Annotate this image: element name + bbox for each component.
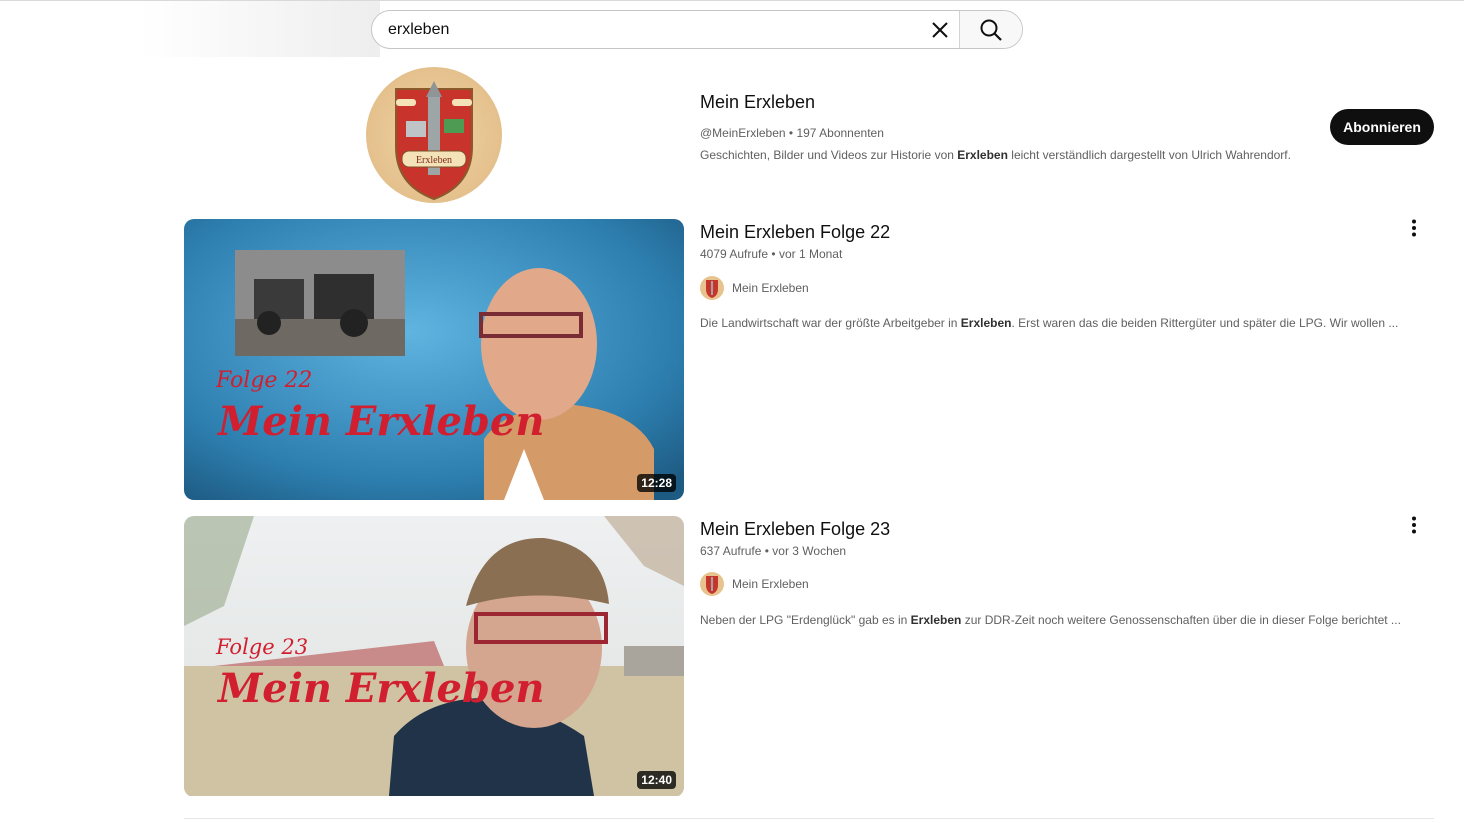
meta-separator: • [771, 247, 776, 261]
thumb-title-label: Mein Erxleben [216, 398, 544, 445]
crest-lettering: Erxleben [416, 155, 452, 166]
video-meta: 4079 Aufrufe • vor 1 Monat [700, 247, 842, 261]
thumb-folge-label: Folge 23 [215, 635, 308, 659]
search-button[interactable] [959, 11, 1022, 48]
desc-text: Die Landwirtschaft war der größte Arbeit… [700, 316, 961, 330]
upload-age: vor 3 Wochen [772, 544, 847, 558]
video-meta: 637 Aufrufe • vor 3 Wochen [700, 544, 846, 558]
desc-text: leicht verständlich dargestellt von Ulri… [1007, 148, 1291, 162]
search-input[interactable] [372, 11, 921, 48]
vertical-dots-icon [1412, 516, 1416, 534]
desc-highlight: Erxleben [960, 316, 1012, 330]
header-shadow [140, 1, 380, 57]
channel-meta: @MeinErxleben • 197 Abonnenten [700, 126, 884, 140]
desc-text: Geschichten, Bilder und Videos zur Histo… [700, 148, 958, 162]
desc-text: zur DDR-Zeit noch weitere Genossenschaft… [961, 613, 1401, 627]
more-actions-button[interactable] [1402, 216, 1426, 240]
meta-separator: • [788, 126, 794, 140]
video-description: Neben der LPG "Erdenglück" gab es in Erx… [700, 613, 1401, 627]
desc-highlight: Erxleben [910, 613, 962, 627]
duration-badge: 12:28 [637, 474, 676, 492]
thumbnail-image: Folge 22 Mein Erxleben [184, 219, 684, 500]
subscribe-button[interactable]: Abonnieren [1330, 109, 1434, 145]
erxleben-crest-logo: Erxleben [395, 81, 473, 201]
close-icon [932, 21, 948, 38]
channel-name: Mein Erxleben [732, 577, 809, 591]
desc-text: . Erst waren das die beiden Rittergüter … [1011, 316, 1399, 330]
avatar [700, 572, 724, 596]
channel-name[interactable]: Mein Erxleben [700, 92, 815, 113]
video-channel-link[interactable]: Mein Erxleben [700, 276, 809, 300]
channel-description: Geschichten, Bilder und Videos zur Histo… [700, 148, 1291, 162]
vertical-dots-icon [1412, 219, 1416, 237]
clear-search-button[interactable] [921, 11, 959, 48]
search-icon [980, 19, 1002, 41]
video-title[interactable]: Mein Erxleben Folge 22 [700, 222, 890, 243]
view-count: 637 Aufrufe [700, 544, 762, 558]
channel-avatar[interactable]: Erxleben [366, 67, 502, 203]
video-description: Die Landwirtschaft war der größte Arbeit… [700, 316, 1398, 330]
search-bar [371, 10, 1023, 49]
meta-separator: • [764, 544, 769, 558]
divider [184, 818, 1434, 819]
thumb-folge-label: Folge 22 [215, 368, 312, 393]
video-channel-link[interactable]: Mein Erxleben [700, 572, 809, 596]
desc-text: Neben der LPG "Erdenglück" gab es in [700, 613, 911, 627]
duration-badge: 12:40 [637, 771, 676, 789]
video-thumbnail[interactable]: Folge 22 Mein Erxleben 12:28 [184, 219, 684, 500]
video-thumbnail[interactable]: Folge 23 Mein Erxleben 12:40 [184, 516, 684, 797]
video-title[interactable]: Mein Erxleben Folge 23 [700, 519, 890, 540]
thumb-title-label: Mein Erxleben [216, 665, 544, 712]
view-count: 4079 Aufrufe [700, 247, 769, 261]
channel-name: Mein Erxleben [732, 281, 809, 295]
more-actions-button[interactable] [1402, 513, 1426, 537]
desc-highlight: Erxleben [957, 148, 1008, 162]
subscriber-count: 197 Abonnenten [796, 126, 884, 140]
avatar [700, 276, 724, 300]
thumbnail-image: Folge 23 Mein Erxleben [184, 516, 684, 796]
channel-handle: @MeinErxleben [700, 126, 786, 140]
upload-age: vor 1 Monat [778, 247, 843, 261]
